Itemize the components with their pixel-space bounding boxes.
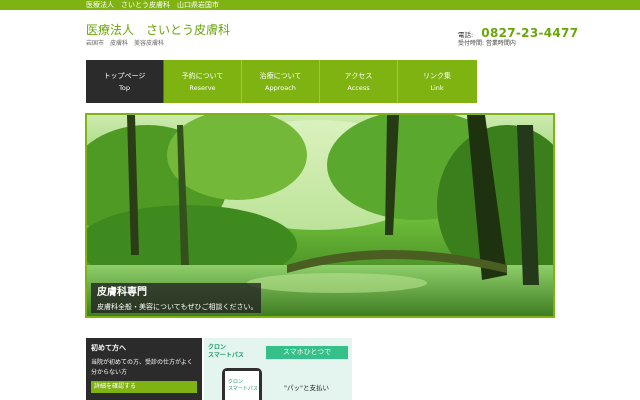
nav-item-sublabel: Access bbox=[347, 83, 370, 92]
nav-item-label: リンク集 bbox=[423, 71, 451, 80]
nav-item-label: トップページ bbox=[103, 71, 146, 80]
hero-banner: 皮膚科専門 皮膚科全般・美容についてもぜひご相談ください。 bbox=[85, 113, 555, 318]
nav-item-sublabel: Top bbox=[119, 83, 130, 92]
first-visit-title: 初めて方へ bbox=[91, 344, 126, 352]
first-visit-box: 初めて方へ 当院が初めての方、受診の仕方がよく分からない方 詳細を確認する bbox=[86, 338, 202, 400]
first-visit-text: 当院が初めての方、受診の仕方がよく分からない方 bbox=[91, 359, 193, 376]
phone-app-label-line1: クロン bbox=[228, 379, 244, 385]
nav-item-reserve[interactable]: 予約について Reserve bbox=[164, 60, 242, 103]
ad-subtext: "パッ"と支払い bbox=[284, 384, 329, 392]
nav-item-label: 予約について bbox=[181, 71, 224, 80]
nav-item-sublabel: Reserve bbox=[189, 83, 216, 92]
top-bar-text: 医療法人 さいとう皮膚科 山口県岩国市 bbox=[86, 1, 219, 9]
nav-item-sublabel: Link bbox=[430, 83, 444, 92]
phone-screen: クロン スマートパス bbox=[225, 371, 259, 400]
first-visit-details-button[interactable]: 詳細を確認する bbox=[91, 381, 197, 393]
top-bar: 医療法人 さいとう皮膚科 山口県岩国市 bbox=[0, 0, 640, 10]
nav-item-link[interactable]: リンク集 Link bbox=[398, 60, 476, 103]
site-title[interactable]: 医療法人 さいとう皮膚科 bbox=[86, 21, 230, 38]
ad-logo: クロン スマートパス bbox=[208, 344, 244, 360]
smartpass-ad-banner[interactable]: クロン スマートパス スマホひとつで クロン スマートパス "パッ"と支払い bbox=[204, 338, 352, 400]
nav-item-sublabel: Approach bbox=[265, 83, 296, 92]
nav-item-approach[interactable]: 治療について Approach bbox=[242, 60, 320, 103]
hero-text: 皮膚科全般・美容についてもぜひご相談ください。 bbox=[97, 303, 258, 311]
ad-headline: スマホひとつで bbox=[266, 346, 348, 359]
smartphone-icon: クロン スマートパス bbox=[222, 368, 262, 400]
reception-hours: 受付時間: 営業時間内 bbox=[458, 40, 516, 47]
hero-caption: 皮膚科専門 皮膚科全般・美容についてもぜひご相談ください。 bbox=[91, 283, 261, 313]
ad-logo-line2: スマートパス bbox=[208, 352, 244, 359]
ad-logo-line1: クロン bbox=[208, 344, 227, 351]
hero-title: 皮膚科専門 bbox=[97, 287, 147, 298]
site-subtitle: 岩国市 皮膚科 美容皮膚科 bbox=[86, 40, 165, 47]
nav-item-label: 治療について bbox=[259, 71, 302, 80]
nav-item-top[interactable]: トップページ Top bbox=[86, 60, 164, 103]
global-nav: トップページ Top 予約について Reserve 治療について Approac… bbox=[86, 60, 477, 103]
phone-app-label: クロン スマートパス bbox=[228, 379, 258, 393]
nav-item-label: アクセス bbox=[344, 71, 373, 80]
nav-item-access[interactable]: アクセス Access bbox=[320, 60, 398, 103]
phone-app-label-line2: スマートパス bbox=[228, 386, 258, 392]
